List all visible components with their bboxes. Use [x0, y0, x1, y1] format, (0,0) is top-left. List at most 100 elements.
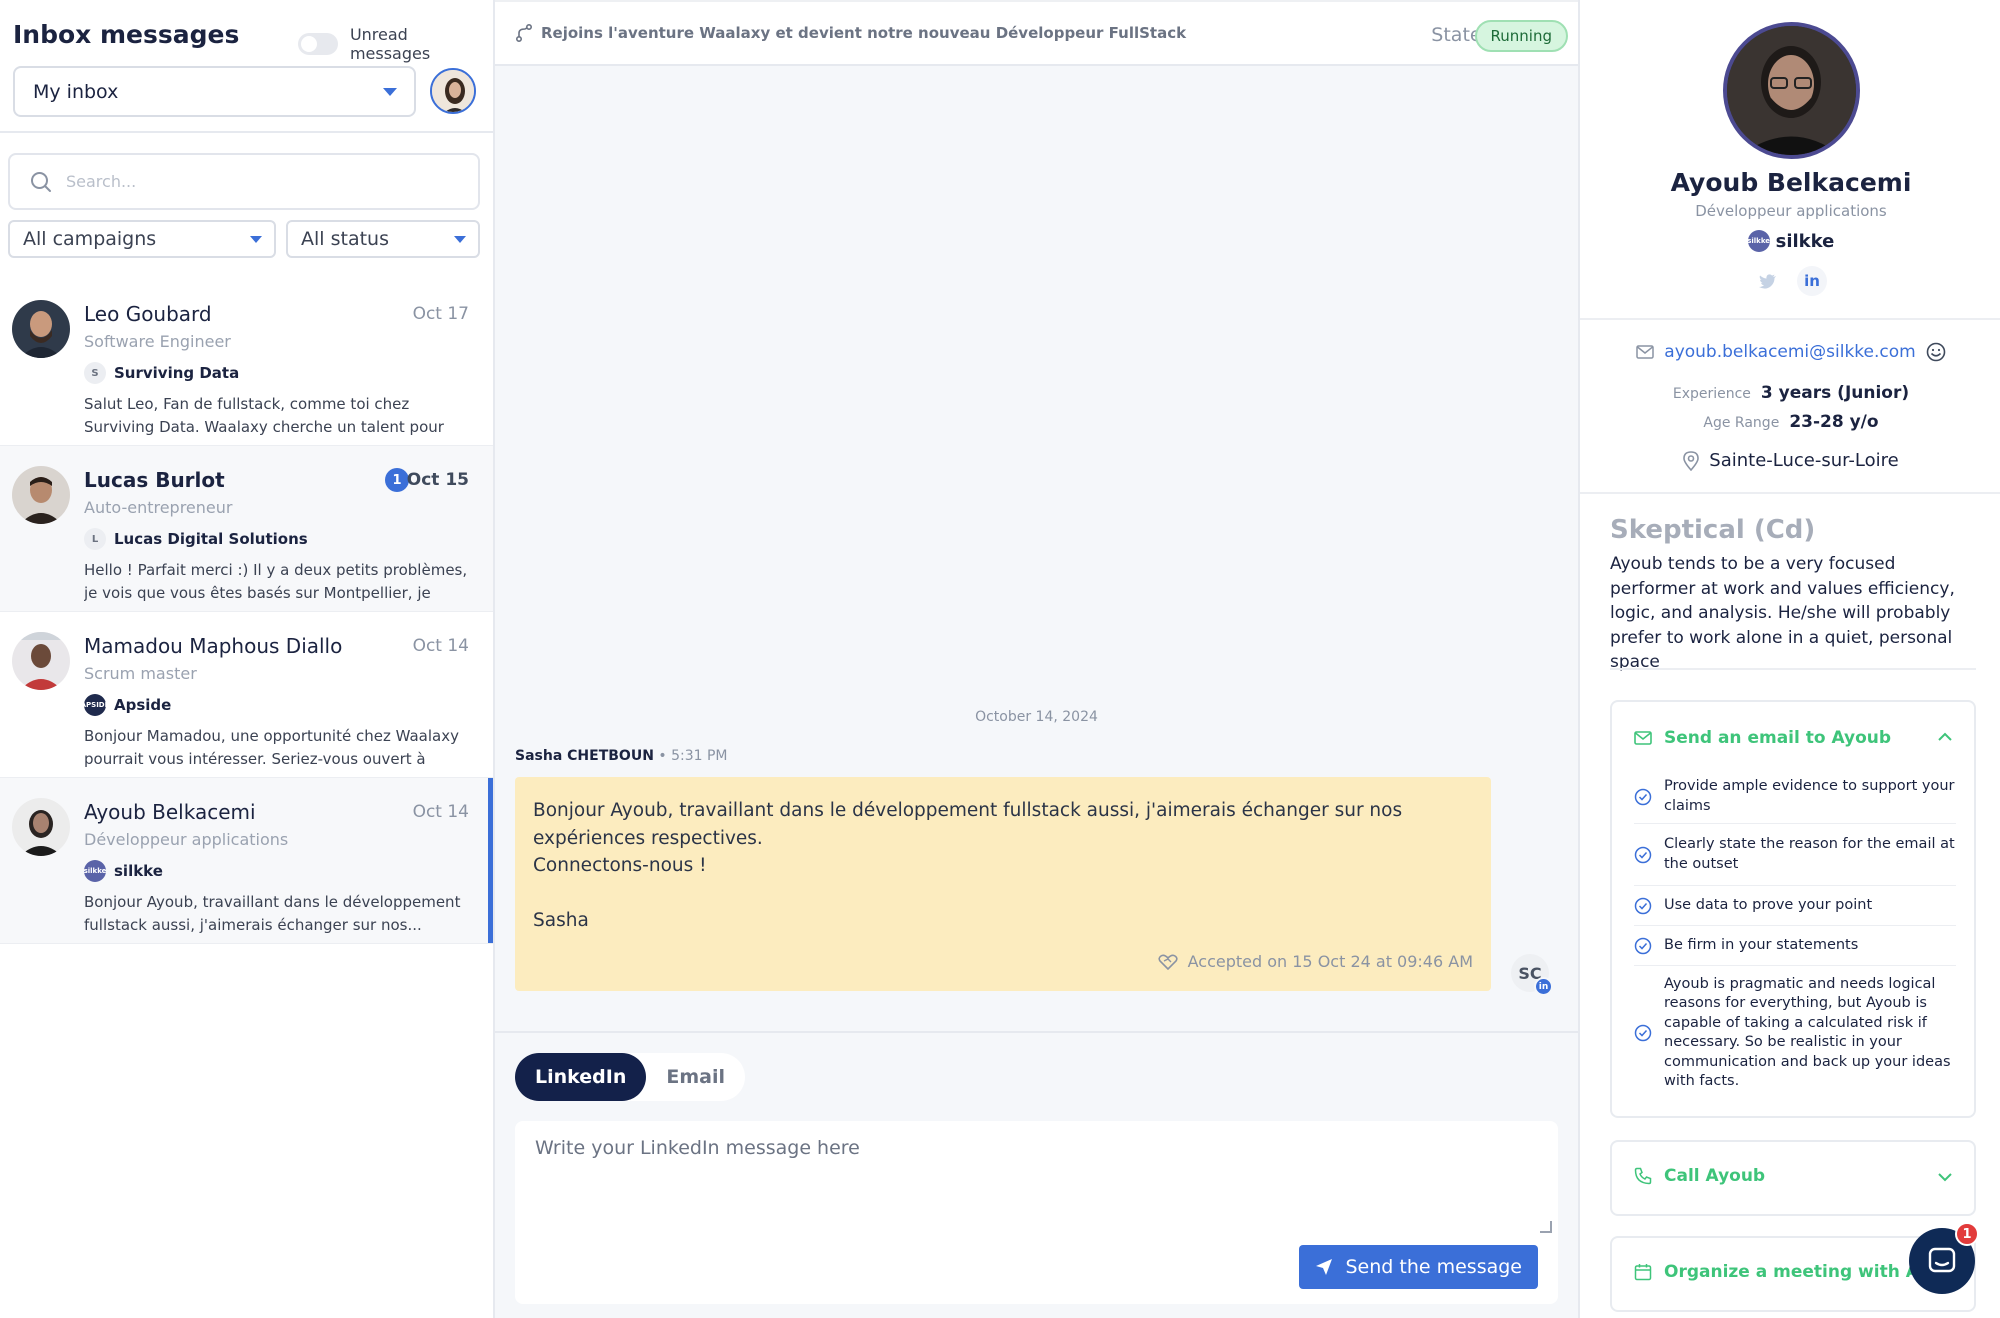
send-message-button[interactable]: Send the message [1299, 1245, 1538, 1289]
twitter-icon[interactable] [1753, 266, 1783, 296]
personality-description: Ayoub tends to be a very focused perform… [1610, 554, 1955, 672]
campaign-filter[interactable]: All campaigns [8, 220, 276, 258]
company-name: silkke [114, 862, 163, 880]
phone-icon [1634, 1167, 1652, 1185]
avatar [12, 632, 70, 690]
panel-divider [0, 131, 495, 133]
call-card-header[interactable]: Call Ayoub [1634, 1166, 1765, 1186]
message-preview: Hello ! Parfait merci :) Il y a deux pet… [84, 561, 468, 602]
contact-company: APSIDE Apside [81, 694, 172, 716]
email-card-header[interactable]: Send an email to Ayoub [1634, 728, 1891, 748]
advice-text: Be firm in your statements [1664, 936, 1859, 953]
tab-email[interactable]: Email [646, 1053, 745, 1101]
support-chat-button[interactable]: 1 [1909, 1222, 1979, 1294]
profile-name: Ayoub Belkacemi [1670, 168, 1912, 197]
divider [1610, 668, 1976, 670]
contact-role: Software Engineer [84, 332, 231, 351]
unread-toggle[interactable] [298, 33, 338, 55]
profile-email[interactable]: ayoub.belkacemi@silkke.com [1580, 342, 2000, 362]
conversation-item[interactable]: Leo Goubard Oct 17 Software Engineer S S… [0, 280, 493, 446]
linkedin-icon[interactable]: in [1797, 266, 1827, 296]
linkedin-icon: in [1534, 977, 1553, 996]
company-logo-icon: L [84, 528, 106, 550]
send-label: Send the message [1345, 1256, 1522, 1278]
conversation-item[interactable]: Ayoub Belkacemi Oct 14 Développeur appli… [0, 778, 493, 944]
tab-linkedin[interactable]: LinkedIn [515, 1053, 647, 1101]
message-date: Oct 14 [412, 636, 469, 656]
unread-label: Unread messages [349, 25, 431, 63]
experience-value: 3 years (Junior) [1760, 383, 1910, 403]
profile-location: Sainte-Luce-sur-Loire [1580, 450, 2000, 471]
inbox-title: Inbox messages [13, 20, 240, 49]
avatar [12, 300, 70, 358]
age-label: Age Range [1703, 415, 1780, 431]
call-advice-card[interactable]: Call Ayoub [1610, 1140, 1976, 1216]
advice-item: Provide ample evidence to support your c… [1634, 770, 1956, 824]
company-name: Lucas Digital Solutions [114, 530, 308, 548]
mail-icon [1636, 345, 1655, 359]
company-name: Surviving Data [114, 364, 240, 382]
profile-role: Développeur applications [1695, 202, 1887, 220]
contact-name: Leo Goubard [84, 302, 212, 326]
conversation-item[interactable]: Lucas Burlot 1 Oct 15 Auto-entrepreneur … [0, 446, 493, 612]
age-row: Age Range 23-28 y/o [1580, 412, 2000, 432]
status-filter[interactable]: All status [286, 220, 480, 258]
message-date: Oct 15 [406, 470, 469, 490]
status-filter-value: All status [301, 228, 389, 250]
accepted-text: Accepted on 15 Oct 24 at 09:46 AM [1187, 952, 1473, 971]
chat-icon [1928, 1247, 1956, 1273]
contact-company: S Surviving Data [84, 362, 239, 384]
sender-avatar: SC in [1511, 954, 1553, 996]
unread-count-badge: 1 [385, 468, 409, 492]
message-date: Oct 17 [412, 304, 469, 324]
divider [1580, 492, 2000, 494]
company-name: Apside [114, 696, 172, 714]
search-icon [31, 171, 51, 192]
caret-down-icon [250, 236, 262, 243]
advice-text: Provide ample evidence to support your c… [1664, 778, 1955, 814]
branch-icon [516, 24, 532, 42]
message-preview: Salut Leo, Fan de fullstack, comme toi c… [84, 395, 444, 436]
age-value: 23-28 y/o [1789, 412, 1879, 432]
check-circle-icon [1634, 1024, 1652, 1042]
campaign-filter-value: All campaigns [23, 228, 157, 250]
company-logo-icon: S [84, 362, 106, 384]
message-text: Bonjour Ayoub, travaillant dans le dével… [533, 800, 1403, 931]
chevron-up-icon[interactable] [1938, 732, 1952, 742]
advice-text: Use data to prove your point [1664, 896, 1873, 913]
company-logo-icon: silkke [84, 860, 106, 882]
contact-name: Lucas Burlot [84, 468, 225, 492]
email-link[interactable]: ayoub.belkacemi@silkke.com [1664, 342, 1915, 362]
check-circle-icon [1634, 788, 1652, 805]
current-user-avatar[interactable] [430, 68, 476, 114]
message-preview: Bonjour Ayoub, travaillant dans le dével… [84, 893, 461, 934]
check-circle-icon [1634, 937, 1652, 954]
profile-company: silkke silkke [1580, 230, 2000, 252]
message-bubble: Bonjour Ayoub, travaillant dans le dével… [515, 777, 1491, 991]
advice-item: Use data to prove your point [1634, 886, 1956, 926]
conversation-item[interactable]: Mamadou Maphous Diallo Oct 14 Scrum mast… [0, 612, 493, 778]
unread-filter[interactable]: Unread messages [298, 25, 493, 63]
message-input[interactable] [515, 1121, 1558, 1233]
social-links: in [1753, 266, 1827, 296]
mail-icon [1634, 731, 1652, 745]
campaign-name: Rejoins l'aventure Waalaxy et devient no… [541, 24, 1187, 42]
status-badge: Running [1474, 20, 1568, 52]
contact-name: Ayoub Belkacemi [84, 800, 256, 824]
date-separator: October 14, 2024 [975, 709, 1098, 725]
advice-text: Clearly state the reason for the email a… [1664, 836, 1955, 872]
search-field[interactable] [8, 153, 480, 210]
search-input[interactable] [66, 172, 446, 191]
experience-row: Experience 3 years (Junior) [1580, 383, 2000, 403]
chevron-down-icon[interactable] [1938, 1172, 1952, 1182]
calendar-icon [1634, 1264, 1652, 1281]
caret-down-icon [383, 88, 397, 96]
compose-box: Send the message [515, 1121, 1558, 1304]
resize-handle[interactable] [1540, 1221, 1552, 1233]
dot-separator: • [658, 748, 672, 764]
contact-company: L Lucas Digital Solutions [84, 528, 308, 550]
advice-item: Clearly state the reason for the email a… [1634, 824, 1956, 886]
accepted-status: Accepted on 15 Oct 24 at 09:46 AM [1158, 952, 1473, 971]
inbox-select[interactable]: My inbox [13, 66, 416, 117]
campaign-link[interactable]: Rejoins l'aventure Waalaxy et devient no… [515, 24, 1186, 42]
